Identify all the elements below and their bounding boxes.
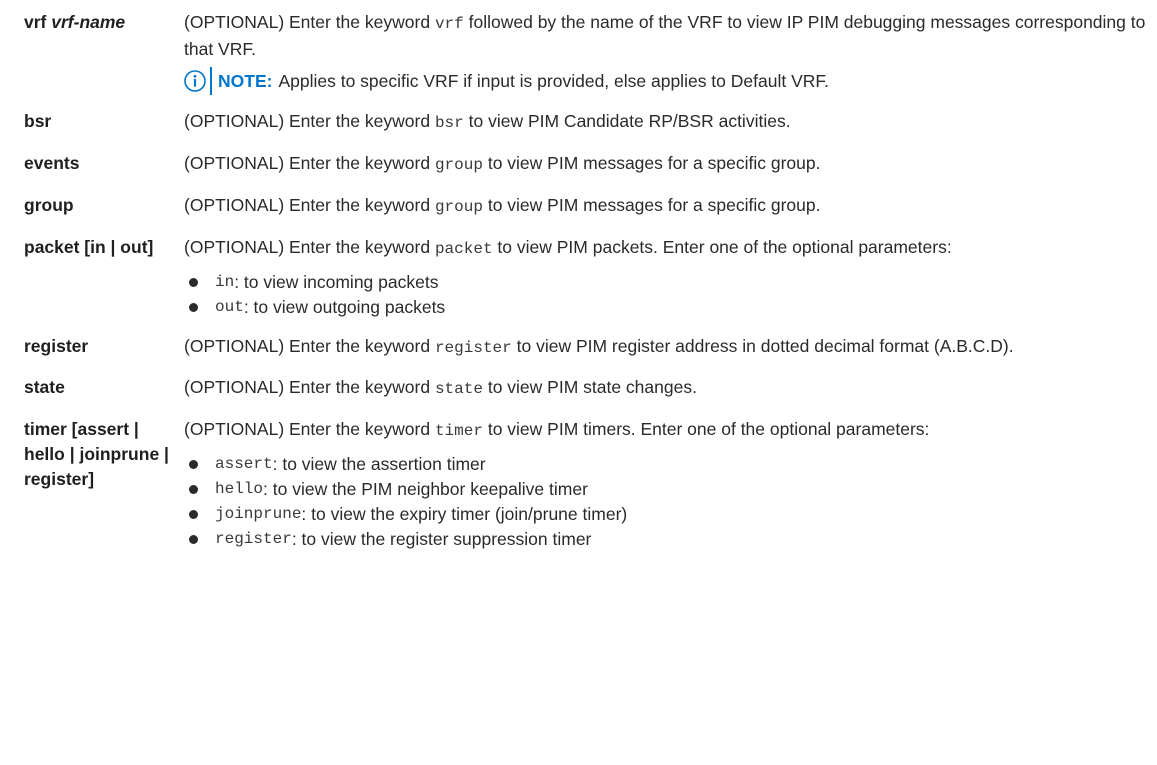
- param-term-timer: timer [assert | hello | joinprune | regi…: [24, 417, 184, 492]
- option-list: assert: to view the assertion timer hell…: [184, 452, 1149, 552]
- desc-text-b: to view PIM messages for a specific grou…: [487, 153, 821, 173]
- param-desc-events: (OPTIONAL) Enter the keyword group to vi…: [184, 151, 1149, 178]
- desc-text-a: (OPTIONAL) Enter the keyword: [184, 377, 431, 397]
- inline-code: vrf: [434, 15, 464, 33]
- param-desc-group: (OPTIONAL) Enter the keyword group to vi…: [184, 193, 1149, 220]
- term-keyword: vrf: [24, 12, 47, 32]
- bullet-icon: [189, 303, 198, 312]
- note-text: Applies to specific VRF if input is prov…: [278, 70, 829, 91]
- param-term-bsr: bsr: [24, 111, 52, 131]
- parameter-table: vrf vrf-name (OPTIONAL) Enter the keywor…: [24, 10, 1149, 552]
- param-row-state: state (OPTIONAL) Enter the keyword state…: [24, 375, 1149, 402]
- option-text: : to view the expiry timer (join/prune t…: [301, 504, 628, 524]
- inline-code: group: [434, 156, 483, 174]
- desc-text-b: to view PIM messages for a specific grou…: [487, 195, 821, 215]
- param-row-register: register (OPTIONAL) Enter the keyword re…: [24, 334, 1149, 361]
- inline-code: packet: [434, 240, 493, 258]
- option-code: hello: [215, 480, 264, 498]
- option-text: : to view the assertion timer: [272, 454, 486, 474]
- list-item: out: to view outgoing packets: [184, 295, 1149, 320]
- term-argument: vrf-name: [51, 12, 126, 32]
- option-code: out: [215, 298, 244, 316]
- option-text: : to view incoming packets: [234, 272, 439, 292]
- param-term-register: register: [24, 336, 89, 356]
- list-item: assert: to view the assertion timer: [184, 452, 1149, 477]
- param-term-group: group: [24, 195, 74, 215]
- info-circle-icon: [184, 70, 206, 92]
- desc-text-a: (OPTIONAL) Enter the keyword: [184, 12, 431, 32]
- desc-text-a: (OPTIONAL) Enter the keyword: [184, 336, 431, 356]
- list-item: in: to view incoming packets: [184, 270, 1149, 295]
- param-row-group: group (OPTIONAL) Enter the keyword group…: [24, 193, 1149, 220]
- term-line: timer [assert |: [24, 419, 139, 439]
- param-term-vrf: vrf vrf-name: [24, 10, 184, 35]
- list-item: joinprune: to view the expiry timer (joi…: [184, 502, 1149, 527]
- param-desc-register: (OPTIONAL) Enter the keyword register to…: [184, 334, 1149, 361]
- option-code: register: [215, 530, 292, 548]
- desc-text-a: (OPTIONAL) Enter the keyword: [184, 419, 431, 439]
- term-line: register]: [24, 469, 95, 489]
- desc-text-a: (OPTIONAL) Enter the keyword: [184, 153, 431, 173]
- desc-text-b: to view PIM state changes.: [487, 377, 697, 397]
- inline-code: timer: [434, 422, 483, 440]
- list-item: register: to view the register suppressi…: [184, 527, 1149, 552]
- option-text: : to view the PIM neighbor keepalive tim…: [263, 479, 588, 499]
- option-text: : to view outgoing packets: [243, 297, 446, 317]
- bullet-icon: [189, 510, 198, 519]
- param-term-state: state: [24, 377, 65, 397]
- option-text: : to view the register suppression timer: [291, 529, 592, 549]
- bullet-icon: [189, 278, 198, 287]
- param-desc-state: (OPTIONAL) Enter the keyword state to vi…: [184, 375, 1149, 402]
- param-desc-vrf: (OPTIONAL) Enter the keyword vrf followe…: [184, 10, 1149, 95]
- desc-text: (OPTIONAL) Enter the keyword packet to v…: [184, 235, 1149, 262]
- desc-text-b: to view PIM packets. Enter one of the op…: [497, 237, 952, 257]
- inline-code: register: [434, 339, 512, 357]
- option-code: assert: [215, 455, 273, 473]
- desc-text: (OPTIONAL) Enter the keyword timer to vi…: [184, 417, 1149, 444]
- param-term-packet: packet [in | out]: [24, 237, 154, 257]
- param-term-events: events: [24, 153, 80, 173]
- param-row-packet: packet [in | out] (OPTIONAL) Enter the k…: [24, 235, 1149, 320]
- note-callout: NOTE: Applies to specific VRF if input i…: [184, 67, 1149, 95]
- desc-text-b: to view PIM Candidate RP/BSR activities.: [468, 111, 791, 131]
- option-code: in: [215, 273, 235, 291]
- bullet-icon: [189, 460, 198, 469]
- param-row-events: events (OPTIONAL) Enter the keyword grou…: [24, 151, 1149, 178]
- desc-text-b: to view PIM timers. Enter one of the opt…: [487, 419, 930, 439]
- param-row-bsr: bsr (OPTIONAL) Enter the keyword bsr to …: [24, 109, 1149, 136]
- note-label: NOTE:: [218, 70, 273, 91]
- bullet-icon: [189, 535, 198, 544]
- desc-text-a: (OPTIONAL) Enter the keyword: [184, 111, 431, 131]
- option-list: in: to view incoming packets out: to vie…: [184, 270, 1149, 320]
- desc-text: (OPTIONAL) Enter the keyword vrf followe…: [184, 10, 1149, 62]
- param-desc-timer: (OPTIONAL) Enter the keyword timer to vi…: [184, 417, 1149, 552]
- param-desc-bsr: (OPTIONAL) Enter the keyword bsr to view…: [184, 109, 1149, 136]
- bullet-icon: [189, 485, 198, 494]
- term-line: hello | joinprune |: [24, 444, 169, 464]
- desc-text-a: (OPTIONAL) Enter the keyword: [184, 195, 431, 215]
- param-row-vrf: vrf vrf-name (OPTIONAL) Enter the keywor…: [24, 10, 1149, 95]
- param-row-timer: timer [assert | hello | joinprune | regi…: [24, 417, 1149, 552]
- option-code: joinprune: [215, 505, 302, 523]
- desc-text-b: to view PIM register address in dotted d…: [516, 336, 1014, 356]
- param-desc-packet: (OPTIONAL) Enter the keyword packet to v…: [184, 235, 1149, 320]
- desc-text-a: (OPTIONAL) Enter the keyword: [184, 237, 431, 257]
- inline-code: group: [434, 198, 483, 216]
- inline-code: state: [434, 380, 483, 398]
- inline-code: bsr: [434, 114, 464, 132]
- list-item: hello: to view the PIM neighbor keepaliv…: [184, 477, 1149, 502]
- note-divider: [210, 67, 212, 95]
